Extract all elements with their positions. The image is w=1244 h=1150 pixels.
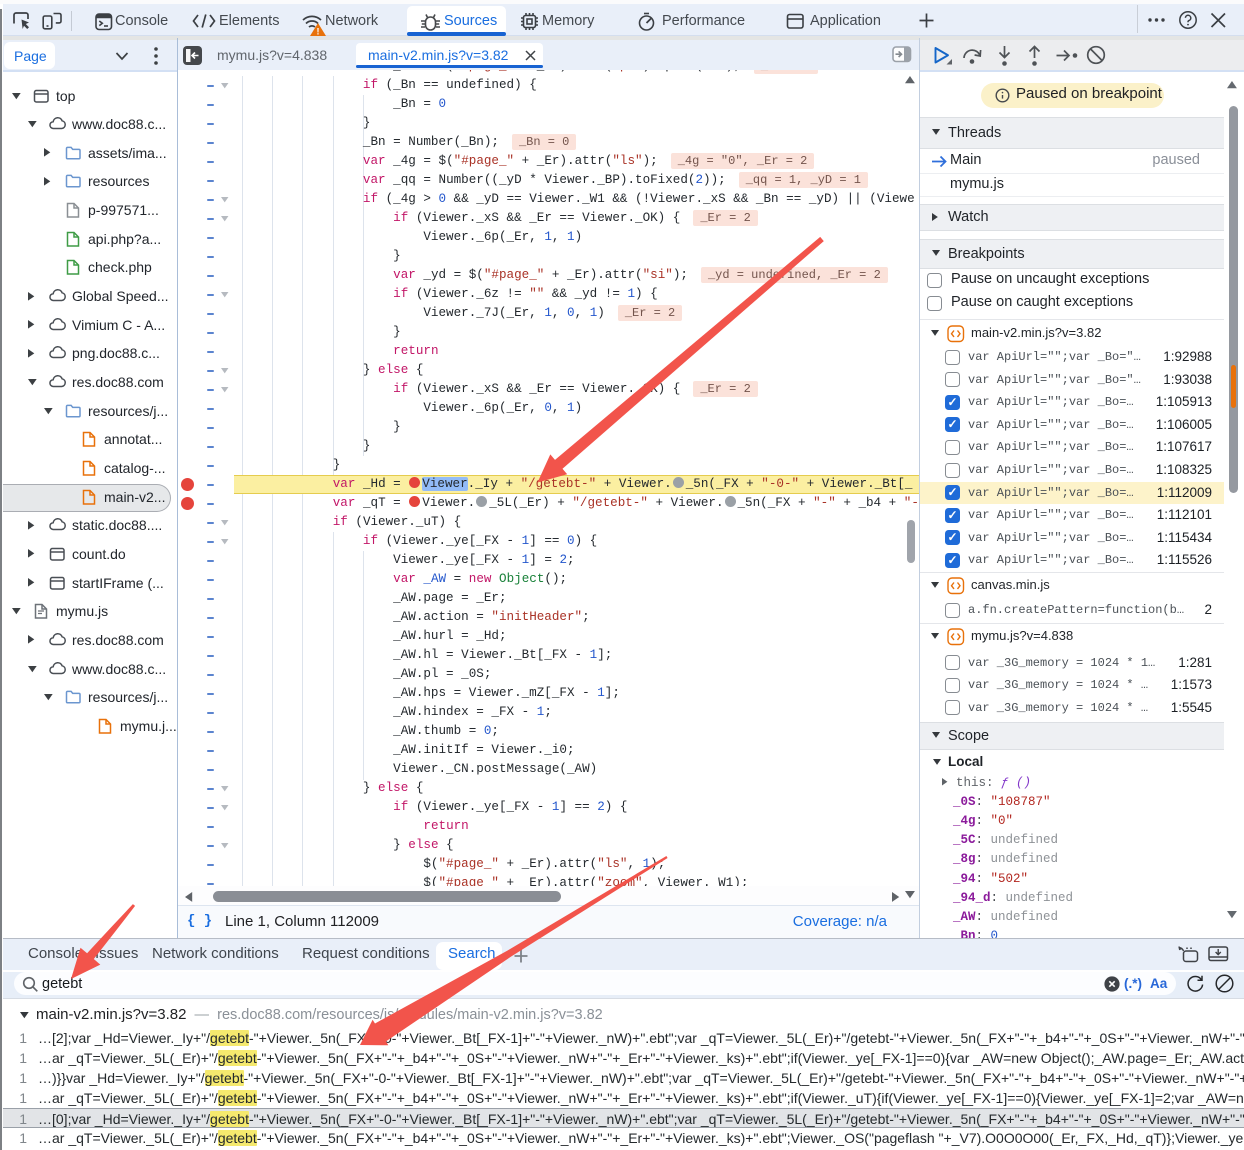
svg-text:!: ! — [317, 27, 320, 37]
